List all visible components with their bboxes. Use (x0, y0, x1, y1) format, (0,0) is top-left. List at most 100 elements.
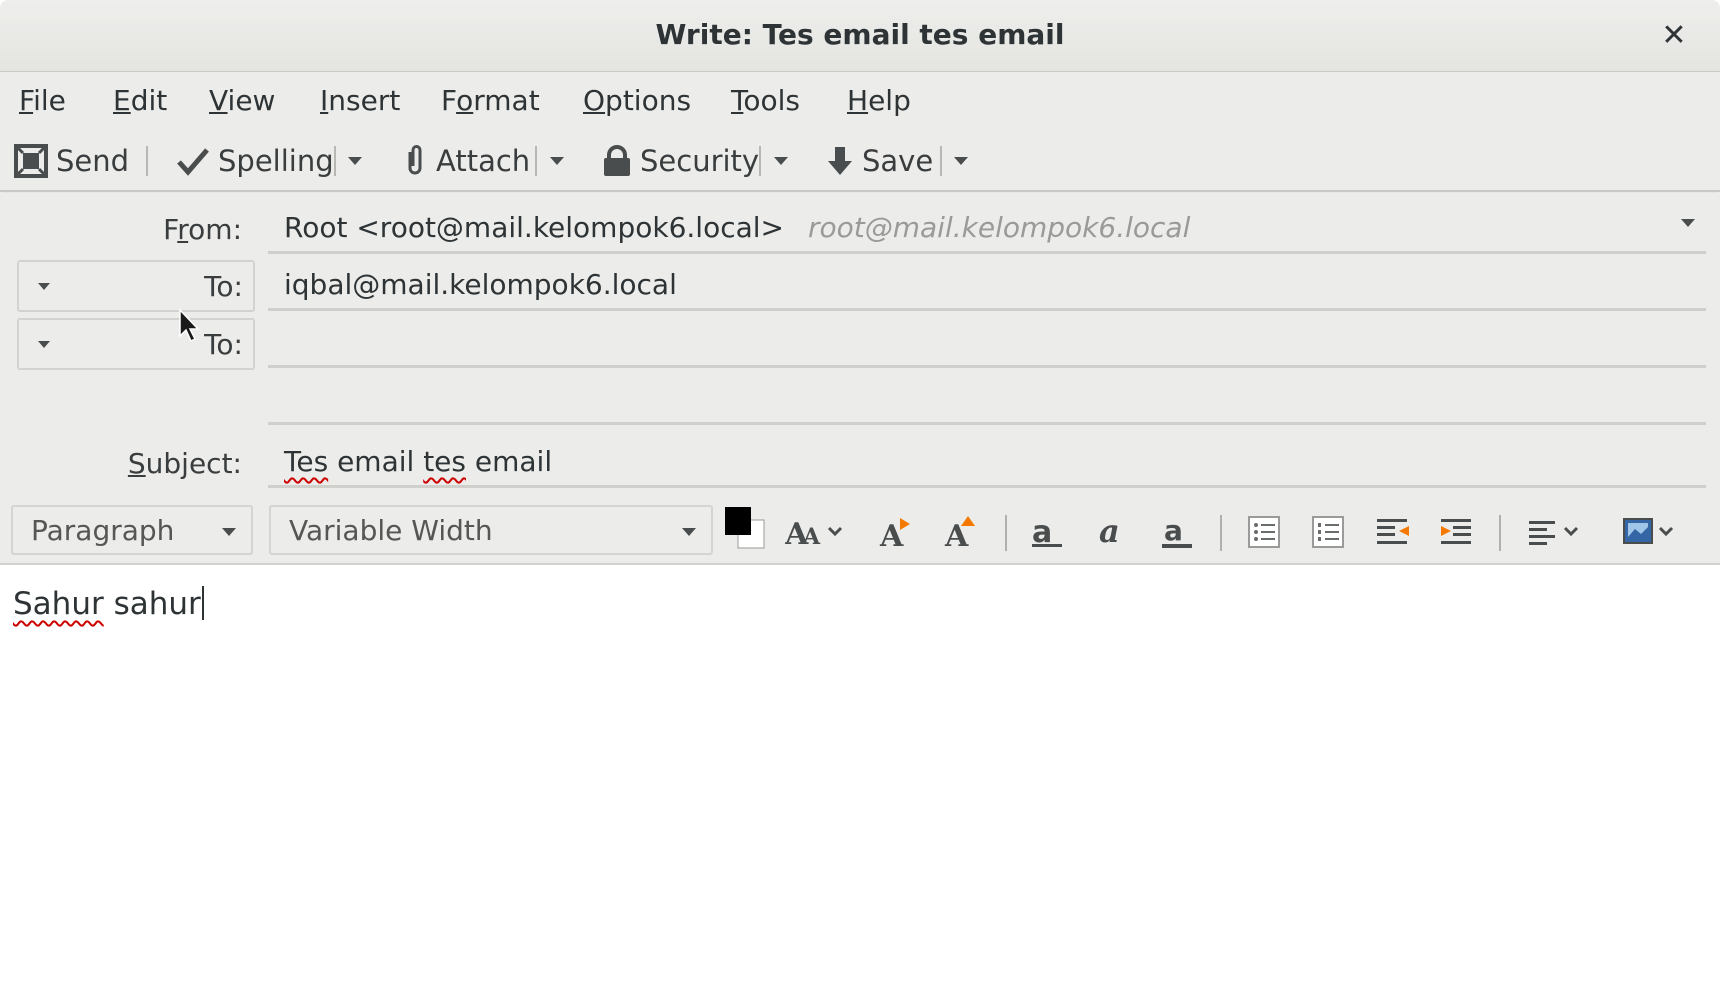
menu-view[interactable]: View (209, 84, 275, 117)
menu-edit[interactable]: Edit (113, 84, 167, 117)
menu-bar: File Edit View Insert Format Options Too… (0, 72, 1720, 130)
recipient-input-2[interactable] (268, 318, 1706, 368)
menu-format[interactable]: Format (441, 84, 540, 117)
security-label: Security (640, 144, 760, 178)
send-label: Send (56, 144, 130, 178)
recipient-type-select[interactable]: To: (17, 260, 255, 312)
underline-button[interactable]: a (1160, 511, 1196, 553)
body-word: Sahur (13, 586, 104, 622)
caret-down-icon (550, 157, 564, 165)
menu-tools[interactable]: Tools (731, 84, 800, 117)
indent-icon (1441, 519, 1471, 544)
attach-dropdown[interactable] (542, 140, 572, 182)
outdent-icon (1377, 519, 1409, 544)
spelling-dropdown[interactable] (340, 140, 370, 182)
from-select[interactable]: Root <root@mail.kelompok6.local> root@ma… (268, 204, 1706, 254)
insert-image-button[interactable] (1622, 511, 1680, 553)
paragraph-format-value: Paragraph (31, 513, 175, 547)
caret-down-icon (1681, 219, 1695, 227)
recipient-address: iqbal@mail.kelompok6.local (284, 268, 677, 301)
bold-button[interactable]: a (1030, 511, 1066, 553)
menu-file[interactable]: File (19, 84, 66, 117)
indent-button[interactable] (1439, 511, 1475, 553)
font-size-button[interactable]: A A (785, 511, 845, 553)
numbered-list-icon (1312, 516, 1344, 548)
subject-label: Subject: (127, 447, 242, 480)
title-bar: Write: Tes email tes email ✕ (0, 0, 1720, 72)
toolbar-separator (334, 146, 336, 176)
caret-down-icon (38, 283, 50, 290)
text-caret (201, 586, 204, 620)
caret-down-icon (682, 528, 696, 536)
attach-label: Attach (436, 144, 531, 178)
outdent-button[interactable] (1375, 511, 1411, 553)
svg-text:A: A (802, 524, 821, 550)
align-left-icon (1529, 521, 1579, 545)
subject-word: Tes (284, 445, 329, 478)
paragraph-format-select[interactable]: Paragraph (11, 505, 253, 555)
font-smaller-icon: A (879, 518, 910, 550)
svg-text:a: a (1099, 514, 1120, 550)
body-word: sahur (103, 586, 201, 622)
caret-down-icon (222, 528, 236, 536)
save-button[interactable]: Save (826, 140, 933, 182)
font-value: Variable Width (289, 513, 493, 547)
svg-text:a: a (1164, 514, 1183, 547)
recipient-type-select[interactable]: To: (17, 318, 255, 370)
spelling-label: Spelling (218, 144, 334, 178)
main-toolbar: Send Spelling Attach Security Save (0, 130, 1720, 192)
menu-options[interactable]: Options (583, 84, 691, 117)
menu-insert[interactable]: Insert (320, 84, 400, 117)
toolbar-separator (940, 146, 942, 176)
mouse-pointer-icon (179, 308, 200, 343)
numbered-list-button[interactable] (1311, 511, 1345, 553)
format-separator (1499, 515, 1501, 551)
font-select[interactable]: Variable Width (269, 505, 713, 555)
from-identity: Root <root@mail.kelompok6.local> (284, 211, 784, 244)
spelling-button[interactable]: Spelling (176, 140, 334, 182)
send-icon (14, 144, 48, 178)
close-button[interactable]: ✕ (1654, 16, 1694, 56)
bulleted-list-button[interactable] (1247, 511, 1281, 553)
recipient-input-1[interactable]: iqbal@mail.kelompok6.local (268, 261, 1706, 311)
caret-down-icon (774, 157, 788, 165)
message-body-editor[interactable]: Sahur sahur (0, 566, 1720, 987)
format-separator (1005, 515, 1007, 551)
alignment-button[interactable] (1527, 511, 1585, 553)
font-larger-icon: A (944, 516, 975, 550)
lock-icon (604, 145, 630, 176)
text-color-button[interactable] (724, 507, 766, 550)
subject-word: tes (423, 445, 466, 478)
menu-help[interactable]: Help (847, 84, 911, 117)
arrow-down-icon (828, 147, 852, 175)
to-label: To: (204, 328, 243, 361)
caret-down-icon (38, 341, 50, 348)
bullet-list-icon (1248, 516, 1280, 548)
bold-icon: a (1032, 515, 1062, 550)
security-button[interactable]: Security (602, 140, 759, 182)
italic-button[interactable]: a (1095, 511, 1131, 553)
compose-window: Write: Tes email tes email ✕ File Edit V… (0, 0, 1720, 987)
from-label: From: (163, 213, 242, 246)
toolbar-separator (146, 146, 148, 176)
recipient-input-3[interactable] (268, 375, 1706, 425)
decrease-font-button[interactable]: A (878, 511, 914, 553)
caret-down-icon (954, 157, 968, 165)
send-button[interactable]: Send (14, 140, 129, 182)
underline-icon: a (1162, 514, 1192, 548)
subject-word: email (328, 445, 424, 478)
attach-button[interactable]: Attach (402, 140, 530, 182)
message-body-text: Sahur sahur (13, 586, 204, 622)
from-email: root@mail.kelompok6.local (808, 211, 1191, 244)
checkmark-icon (177, 148, 209, 176)
save-dropdown[interactable] (946, 140, 976, 182)
save-label: Save (862, 144, 934, 178)
paperclip-icon (408, 145, 422, 175)
italic-icon: a (1099, 514, 1120, 550)
format-separator (1220, 515, 1222, 551)
format-toolbar: Paragraph Variable Width A A A A a a a (0, 503, 1720, 565)
to-label: To: (204, 270, 243, 303)
subject-input[interactable]: Tes email tes email (268, 438, 1706, 488)
increase-font-button[interactable]: A (943, 511, 979, 553)
security-dropdown[interactable] (766, 140, 796, 182)
